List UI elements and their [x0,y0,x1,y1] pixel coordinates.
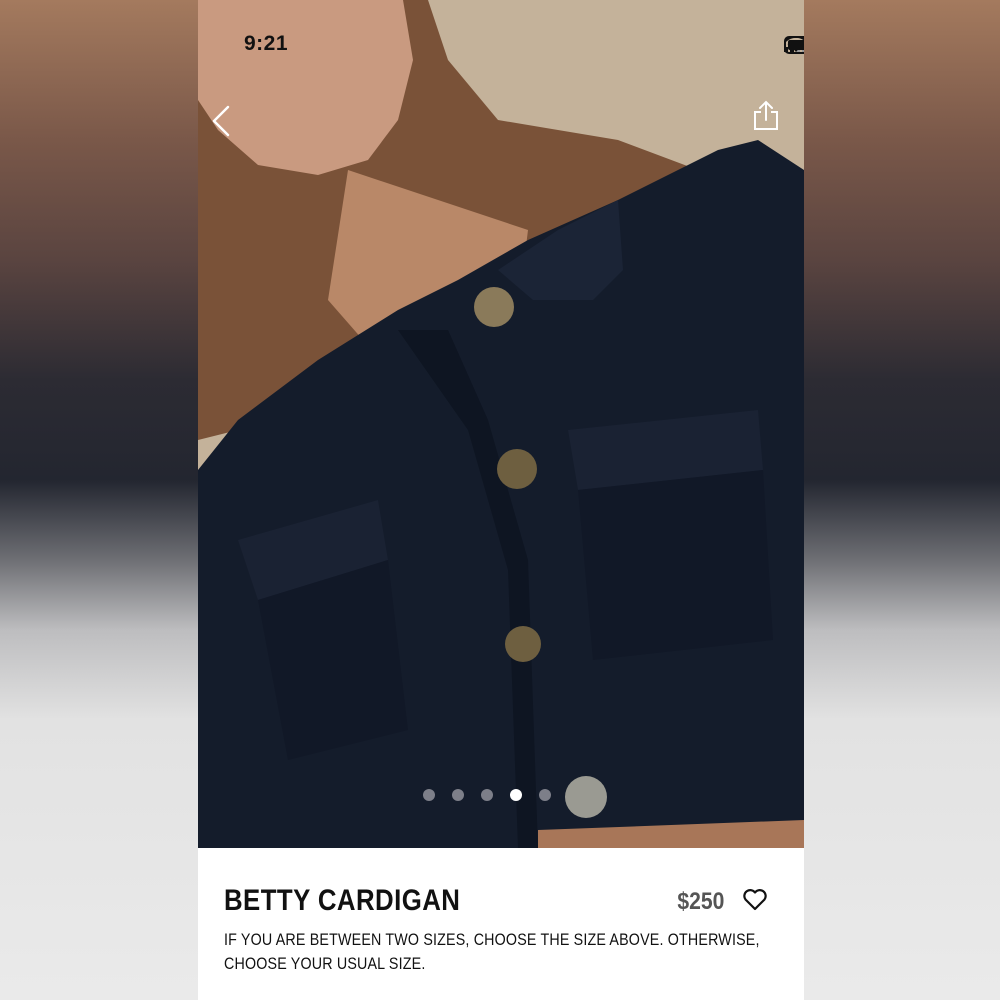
heart-outline-icon [743,889,767,911]
product-price: $250 [677,888,724,915]
blurred-background-left [0,0,198,1000]
chevron-left-icon [212,105,230,137]
blurred-background-right [804,0,1000,1000]
gallery-dot[interactable] [481,789,493,801]
gallery-dot-active[interactable] [510,789,522,801]
share-button[interactable] [752,100,780,132]
phone-screen: 9:21 BETTY CARDIGAN $250 IF YOU ARE BETW… [198,0,804,1000]
gallery-dot[interactable] [539,789,551,801]
status-bar-time: 9:21 [244,32,289,55]
battery-icon [784,36,804,54]
product-image-illustration [198,0,804,848]
gallery-pagination [423,789,551,801]
product-title: BETTY CARDIGAN [224,884,461,917]
gallery-dot[interactable] [452,789,464,801]
back-button[interactable] [208,104,234,138]
product-info-panel: BETTY CARDIGAN $250 IF YOU ARE BETWEEN T… [198,848,804,1000]
size-guidance-text: IF YOU ARE BETWEEN TWO SIZES, CHOOSE THE… [224,930,760,973]
product-photo[interactable]: 9:21 [198,0,804,848]
favorite-button[interactable] [742,888,768,912]
gallery-dot[interactable] [423,789,435,801]
share-icon [754,100,778,130]
